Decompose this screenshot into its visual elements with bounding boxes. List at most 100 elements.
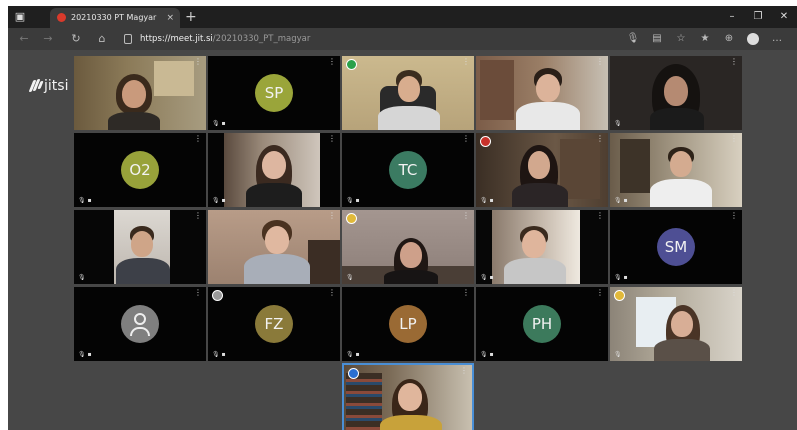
camera-feed — [208, 133, 340, 207]
camera-feed — [344, 365, 472, 430]
participant-tile[interactable]: O2 ⋮ 🎙 ▪ — [74, 133, 206, 207]
participant-tile[interactable]: FZ ⋮ 🎙 ▪ — [208, 287, 340, 361]
participant-tile[interactable]: SM ⋮ 🎙 ▪ — [610, 210, 742, 284]
participant-tile[interactable]: ⋮ 🎙 ▪ — [208, 133, 340, 207]
tab-actions-icon[interactable]: ▣ — [12, 9, 28, 25]
participant-tile[interactable]: PH ⋮ 🎙 ▪ — [476, 287, 608, 361]
minimize-button[interactable]: – — [719, 6, 745, 28]
audio-muted-icon: 🎙 — [614, 351, 622, 358]
tile-menu-icon[interactable]: ⋮ — [194, 212, 202, 220]
participant-tile[interactable]: ⋮ 🎙 — [610, 287, 742, 361]
participant-tile[interactable]: ⋮ 🎙 ▪ — [476, 133, 608, 207]
tile-menu-icon[interactable]: ⋮ — [460, 367, 468, 375]
participant-tile[interactable]: ⋮ 🎙 ▪ — [74, 287, 206, 361]
camera-feed — [476, 133, 608, 207]
more-options-icon[interactable]: … — [765, 31, 789, 47]
tile-menu-icon[interactable]: ⋮ — [328, 135, 336, 143]
profile-avatar[interactable] — [747, 33, 759, 45]
tile-menu-icon[interactable]: ⋮ — [462, 289, 470, 297]
browser-tab[interactable]: 20210330 PT Magyar | Jitsi M × — [50, 8, 180, 28]
camera-feed — [342, 210, 474, 284]
recording-favicon-icon — [57, 13, 66, 22]
camera-feed — [476, 56, 608, 130]
tile-menu-icon[interactable]: ⋮ — [194, 135, 202, 143]
participant-tile[interactable]: ⋮ — [74, 56, 206, 130]
tab-close-icon[interactable]: × — [166, 11, 174, 25]
tile-menu-icon[interactable]: ⋮ — [730, 289, 738, 297]
tile-menu-icon[interactable]: ⋮ — [730, 58, 738, 66]
audio-muted-icon: 🎙 ▪ — [480, 274, 494, 281]
participant-tile[interactable]: ⋮ 🎙 — [74, 210, 206, 284]
new-tab-button[interactable]: + — [185, 8, 197, 26]
connection-indicator-icon[interactable] — [346, 59, 357, 70]
participant-tile[interactable]: SP ⋮ 🎙 ▪ — [208, 56, 340, 130]
participant-tile[interactable]: ⋮ 🎙 ▪ — [476, 210, 608, 284]
participant-tile[interactable]: ⋮ — [208, 210, 340, 284]
url-field[interactable]: https://meet.jit.si/20210330_PT_magyar — [120, 31, 670, 47]
participant-tile[interactable]: ⋮ 🎙 — [610, 56, 742, 130]
user-head-icon — [134, 313, 146, 325]
user-body-icon — [130, 327, 150, 336]
lock-icon[interactable] — [124, 34, 132, 44]
window-controls: – ❐ ✕ — [719, 6, 797, 28]
back-icon[interactable]: ← — [16, 31, 32, 47]
audio-muted-icon: 🎙 ▪ — [346, 197, 360, 204]
participant-tile[interactable]: TC ⋮ 🎙 ▪ — [342, 133, 474, 207]
participant-tile[interactable]: ⋮ 🎙 — [342, 210, 474, 284]
jitsi-logo[interactable]: jitsi — [28, 78, 68, 94]
camera-feed — [208, 210, 340, 284]
forward-icon[interactable]: → — [40, 31, 56, 47]
tile-menu-icon[interactable]: ⋮ — [194, 289, 202, 297]
audio-muted-icon: 🎙 ▪ — [346, 351, 360, 358]
reload-icon[interactable]: ↻ — [68, 31, 84, 47]
connection-indicator-icon[interactable] — [614, 290, 625, 301]
microphone-permission-icon[interactable]: 🎙 — [621, 31, 645, 47]
local-participant-tile[interactable]: ⋮ — [342, 363, 474, 430]
tile-menu-icon[interactable]: ⋮ — [596, 289, 604, 297]
reader-view-icon[interactable]: ▤ — [645, 31, 669, 47]
camera-feed — [610, 133, 742, 207]
tile-menu-icon[interactable]: ⋮ — [328, 212, 336, 220]
add-favorite-icon[interactable]: ☆ — [669, 31, 693, 47]
tile-menu-icon[interactable]: ⋮ — [596, 212, 604, 220]
tile-menu-icon[interactable]: ⋮ — [730, 135, 738, 143]
connection-indicator-icon[interactable] — [346, 213, 357, 224]
camera-feed — [74, 210, 206, 284]
participant-tile[interactable]: LP ⋮ 🎙 ▪ — [342, 287, 474, 361]
tile-menu-icon[interactable]: ⋮ — [462, 135, 470, 143]
participant-tile[interactable]: ⋮ — [342, 56, 474, 130]
tile-menu-icon[interactable]: ⋮ — [730, 212, 738, 220]
home-icon[interactable]: ⌂ — [94, 31, 110, 47]
audio-muted-icon: 🎙 — [78, 274, 86, 281]
tile-menu-icon[interactable]: ⋮ — [596, 135, 604, 143]
tile-menu-icon[interactable]: ⋮ — [596, 58, 604, 66]
collections-icon[interactable]: ⊕ — [717, 31, 741, 47]
connection-indicator-icon[interactable] — [480, 136, 491, 147]
tile-menu-icon[interactable]: ⋮ — [194, 58, 202, 66]
favorites-icon[interactable]: ★ — [693, 31, 717, 47]
maximize-button[interactable]: ❐ — [745, 6, 771, 28]
audio-muted-icon: 🎙 ▪ — [78, 197, 92, 204]
tile-menu-icon[interactable]: ⋮ — [462, 58, 470, 66]
audio-muted-icon: 🎙 ▪ — [480, 197, 494, 204]
avatar: FZ — [255, 305, 293, 343]
audio-muted-icon: 🎙 ▪ — [480, 351, 494, 358]
audio-muted-icon: 🎙 ▪ — [614, 274, 628, 281]
tile-menu-icon[interactable]: ⋮ — [328, 289, 336, 297]
audio-muted-icon: 🎙 — [346, 274, 354, 281]
participant-tile[interactable]: ⋮ — [476, 56, 608, 130]
connection-indicator-icon[interactable] — [348, 368, 359, 379]
audio-muted-icon: 🎙 ▪ — [614, 197, 628, 204]
avatar — [121, 305, 159, 343]
tile-menu-icon[interactable]: ⋮ — [462, 212, 470, 220]
participant-tile[interactable]: ⋮ 🎙 ▪ — [610, 133, 742, 207]
tile-menu-icon[interactable]: ⋮ — [328, 58, 336, 66]
close-button[interactable]: ✕ — [771, 6, 797, 28]
avatar: SM — [657, 228, 695, 266]
avatar: SP — [255, 74, 293, 112]
address-bar: ← → ↻ ⌂ https://meet.jit.si/20210330_PT_… — [8, 28, 797, 50]
tab-strip: ▣ 20210330 PT Magyar | Jitsi M × + – ❐ ✕ — [8, 6, 797, 28]
connection-indicator-icon[interactable] — [212, 290, 223, 301]
camera-feed — [342, 56, 474, 130]
avatar: TC — [389, 151, 427, 189]
